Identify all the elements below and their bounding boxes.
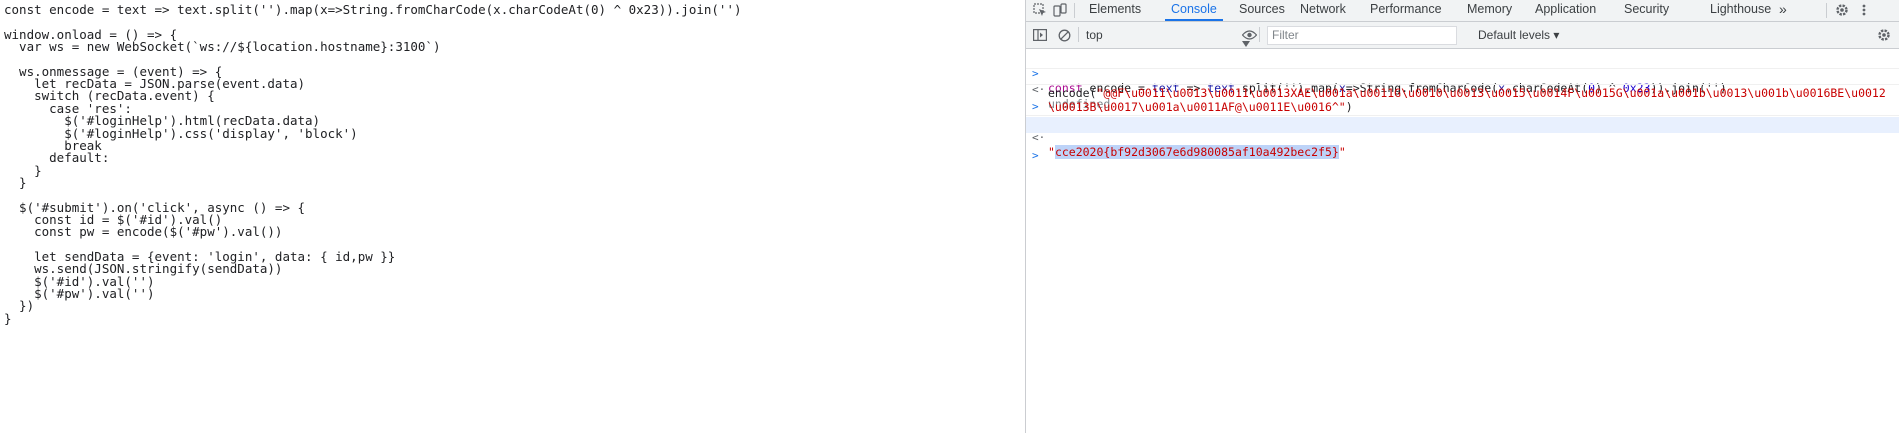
- tab-performance[interactable]: Performance: [1364, 0, 1448, 19]
- console-messages[interactable]: > const encode = text => text.split('').…: [1026, 49, 1899, 433]
- tab-sources[interactable]: Sources: [1233, 0, 1291, 19]
- console-output-entry: <· "cce2020{bf92d3067e6d980085af10a492be…: [1026, 117, 1899, 159]
- console-prompt-line[interactable]: >: [1026, 135, 1899, 162]
- input-prompt-icon: >: [1032, 149, 1039, 162]
- inspect-element-icon[interactable]: [1032, 2, 1048, 18]
- devtools-tab-bar: Elements Console Sources Network Perform…: [1026, 0, 1899, 22]
- more-tabs-icon[interactable]: »: [1773, 0, 1793, 19]
- console-filter-input[interactable]: Filter: [1267, 26, 1457, 45]
- log-levels-dropdown[interactable]: Default levels ▾: [1478, 26, 1559, 44]
- tab-network[interactable]: Network: [1294, 0, 1352, 19]
- tab-security[interactable]: Security: [1618, 0, 1675, 19]
- clear-console-icon[interactable]: [1056, 27, 1072, 43]
- console-input-code: encode("@@F\u0011\u0013\u0011\u0013XAE\u…: [1048, 86, 1886, 100]
- code-token: ): [1345, 100, 1353, 114]
- source-code-line: const encode = text => text.split('').ma…: [4, 2, 742, 17]
- console-output-entry: <· undefined: [1026, 69, 1899, 111]
- tab-console[interactable]: Console: [1165, 0, 1223, 21]
- tab-memory[interactable]: Memory: [1461, 0, 1518, 19]
- code-token: "@@F\u0011\u0013\u0011\u0013XAE\u001a\u0…: [1096, 86, 1886, 100]
- devtools-panel: Elements Console Sources Network Perform…: [1026, 0, 1899, 433]
- source-code-line: var ws = new WebSocket(`ws://${location.…: [4, 39, 441, 55]
- console-settings-gear-icon[interactable]: [1876, 27, 1892, 43]
- toolbar-separator: [1078, 27, 1079, 42]
- source-code-line: }: [4, 310, 12, 326]
- settings-gear-icon[interactable]: [1834, 2, 1850, 18]
- console-input-entry[interactable]: > encode("@@F\u0011\u0013\u0011\u0013XAE…: [1026, 86, 1899, 116]
- context-selector[interactable]: top: [1086, 26, 1254, 47]
- tab-application[interactable]: Application: [1529, 0, 1602, 19]
- source-code-pane: const encode = text => text.split('').ma…: [0, 0, 1025, 433]
- toolbar-separator: [1826, 3, 1827, 18]
- device-toolbar-icon[interactable]: [1052, 2, 1068, 18]
- console-input-entry[interactable]: > const encode = text => text.split('').…: [1026, 53, 1899, 95]
- toolbar-separator: [1259, 27, 1260, 42]
- source-code-line: const pw = encode($('#pw').val()): [4, 224, 283, 240]
- input-prompt-icon: >: [1032, 100, 1039, 113]
- show-console-sidebar-icon[interactable]: [1032, 27, 1048, 43]
- code-token: encode(: [1048, 86, 1097, 100]
- code-token: \u0013B\u0017\u001a\u0011AF@\u0011E\u001…: [1048, 100, 1346, 114]
- console-toolbar: top Filter Default levels ▾: [1026, 22, 1899, 49]
- more-options-icon[interactable]: [1856, 2, 1872, 18]
- console-input-code-continued: \u0013B\u0017\u001a\u0011AF@\u0011E\u001…: [1048, 100, 1353, 114]
- context-selector-value: top: [1086, 28, 1103, 42]
- live-expression-eye-icon[interactable]: [1241, 27, 1257, 43]
- toolbar-separator: [1074, 3, 1075, 18]
- tab-lighthouse[interactable]: Lighthouse: [1704, 0, 1777, 19]
- tab-elements[interactable]: Elements: [1083, 0, 1147, 19]
- source-code-line: }: [4, 174, 27, 190]
